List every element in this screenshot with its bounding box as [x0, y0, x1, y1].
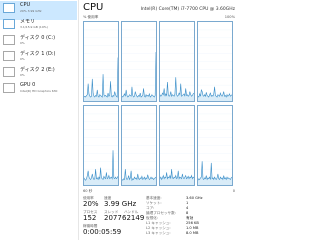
l3-cache-value: 8.0 MB	[186, 231, 199, 235]
memory-thumbnail-graph	[3, 19, 15, 29]
sidebar-item-gpu-0[interactable]: GPU 0 Intel(R) HD Graphics 630	[0, 81, 77, 100]
cpu-thumbnail-graph	[3, 3, 15, 13]
base-speed-value: 3.60 GHz	[186, 196, 203, 200]
l3-cache-label: L3 キャッシュ:	[146, 231, 171, 235]
cpu-core-graph-svg	[122, 113, 156, 185]
sidebar-item-sublabel: 3.1/15.9 GB (19%)	[20, 25, 48, 29]
cpu-core-graph	[121, 105, 157, 186]
page-title: CPU	[83, 2, 104, 13]
sidebar-item-label: ディスク 1 (D:)	[20, 51, 56, 57]
cpu-usage-line	[160, 77, 194, 98]
cpu-core-graph-svg	[122, 29, 156, 101]
graph-max-label: 100%	[224, 15, 235, 19]
processes-value: 152	[83, 214, 97, 222]
sidebar-item-label: GPU 0	[20, 82, 36, 88]
cpu-core-graph-svg	[198, 29, 232, 101]
sidebar-item-label: ディスク 0 (C:)	[20, 35, 56, 41]
cpu-model-name: Intel(R) Core(TM) i7-7700 CPU @ 3.60GHz	[140, 7, 235, 12]
logical-processors-value: 8	[186, 211, 189, 215]
cpu-usage-line	[198, 161, 232, 181]
graph-time-label: 60 秒	[83, 189, 93, 193]
l1-cache-value: 256 KB	[186, 221, 199, 225]
disk-thumbnail-graph	[3, 51, 15, 61]
cpu-usage-line	[122, 52, 156, 98]
cpu-graph-grid	[83, 21, 235, 187]
handles-value: 62149	[122, 214, 145, 222]
disk-thumbnail-graph	[3, 67, 15, 77]
sidebar-item-sublabel: Intel(R) HD Graphics 630	[20, 89, 58, 93]
cpu-core-graph-svg	[160, 113, 194, 185]
cpu-core-graph-svg	[198, 113, 232, 185]
cpu-core-graph	[159, 21, 195, 102]
cpu-core-graph	[83, 21, 119, 102]
uptime-value: 0:00:05:59	[83, 228, 122, 236]
sidebar-item-label: ディスク 2 (E:)	[20, 67, 55, 73]
disk-thumbnail-graph	[3, 35, 15, 45]
cpu-core-graph	[197, 105, 233, 186]
cpu-core-graph	[83, 105, 119, 186]
sidebar-item-sublabel: 0%	[20, 73, 25, 77]
sidebar-item-sublabel: 0%	[20, 57, 25, 61]
cpu-core-graph-svg	[160, 29, 194, 101]
threads-value: 2077	[104, 214, 122, 222]
cpu-usage-area	[160, 77, 194, 101]
sockets-value: 1	[186, 201, 189, 205]
cores-value: 4	[186, 206, 189, 210]
cpu-core-graph-svg	[84, 29, 118, 101]
sidebar-item-sublabel: 20% 3.99 GHz	[20, 9, 42, 13]
cpu-usage-area	[122, 52, 156, 101]
gpu-thumbnail-graph	[3, 83, 15, 93]
l2-cache-value: 1.0 MB	[186, 226, 199, 230]
cpu-core-graph-svg	[84, 113, 118, 185]
graph-min-label: 0	[232, 189, 235, 193]
cpu-core-graph	[121, 21, 157, 102]
speed-value: 3.99 GHz	[104, 200, 137, 208]
cpu-core-graph	[197, 21, 233, 102]
sidebar-item-sublabel: 0%	[20, 41, 25, 45]
sidebar-item-label: メモリ	[20, 19, 36, 25]
sidebar: CPU 20% 3.99 GHz メモリ 3.1/15.9 GB (19%) デ…	[0, 0, 79, 240]
cpu-usage-area	[198, 161, 232, 185]
graph-utilization-label: % 使用率	[83, 15, 99, 19]
utilization-value: 20%	[83, 200, 99, 208]
cpu-core-graph	[159, 105, 195, 186]
sidebar-item-label: CPU	[20, 2, 31, 8]
